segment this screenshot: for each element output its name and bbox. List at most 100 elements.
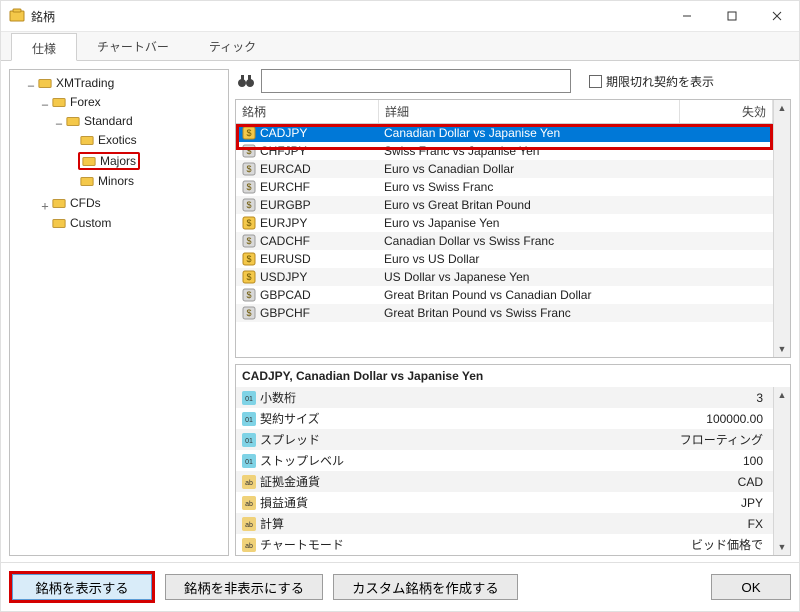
row-desc: Euro vs Canadian Dollar [378, 160, 681, 178]
detail-key: 契約サイズ [260, 410, 320, 427]
tree-forex: Forex [50, 94, 103, 110]
row-symbol: EURJPY [260, 216, 307, 230]
row-symbol: EURCHF [260, 180, 310, 194]
row-symbol: EURGBP [260, 198, 311, 212]
table-body[interactable]: $CADJPYCanadian Dollar vs Japanise Yen$C… [236, 124, 773, 357]
hide-symbol-button[interactable]: 銘柄を非表示にする [165, 574, 323, 600]
field-type-icon: ab [242, 496, 256, 510]
app-icon [9, 8, 25, 24]
svg-text:01: 01 [245, 417, 253, 424]
detail-key: 小数桁 [260, 389, 296, 406]
create-custom-button[interactable]: カスタム銘柄を作成する [333, 574, 518, 600]
detail-value: FX [593, 515, 773, 533]
tree-standard: Standard [64, 113, 135, 129]
field-type-icon: ab [242, 475, 256, 489]
table-row[interactable]: $ CADJPY Canadian Dollar vs Japanise Yen [236, 124, 773, 142]
scroll-up-icon[interactable]: ▲ [778, 387, 787, 403]
table-row[interactable]: $ EURJPY Euro vs Japanise Yen [236, 214, 773, 232]
detail-row: ab 計算 FX [236, 513, 773, 534]
currency-icon: $ [242, 216, 256, 230]
svg-text:$: $ [246, 164, 251, 174]
symbol-detail: CADJPY, Canadian Dollar vs Japanise Yen … [235, 364, 791, 556]
svg-text:$: $ [246, 272, 251, 282]
detail-value: フローティング [593, 429, 773, 450]
table-row[interactable]: $ USDJPY US Dollar vs Japanese Yen [236, 268, 773, 286]
row-symbol: CADJPY [260, 126, 307, 140]
col-invalid[interactable]: 失効 [680, 100, 773, 123]
currency-icon: $ [242, 198, 256, 212]
table-row[interactable]: $CADCHFCanadian Dollar vs Swiss Franc [236, 232, 773, 250]
tab-tick[interactable]: ティック [189, 32, 276, 60]
row-symbol: USDJPY [260, 270, 307, 284]
col-desc[interactable]: 詳細 [379, 100, 680, 123]
search-input[interactable] [261, 69, 571, 93]
detail-key: ストップレベル [260, 452, 344, 469]
tab-spec[interactable]: 仕様 [11, 33, 77, 61]
row-desc: Great Britan Pound vs Canadian Dollar [378, 286, 681, 304]
field-type-icon: 01 [242, 391, 256, 405]
detail-row: 01 契約サイズ 100000.00 [236, 408, 773, 429]
scroll-up-icon[interactable]: ▲ [778, 100, 787, 116]
table-row[interactable]: $ GBPCHF Great Britan Pound vs Swiss Franc [236, 304, 773, 322]
svg-text:$: $ [246, 200, 251, 210]
scroll-down-icon[interactable]: ▼ [778, 341, 787, 357]
svg-text:$: $ [246, 290, 251, 300]
table-scrollbar[interactable]: ▲ ▼ [773, 100, 790, 357]
detail-row: ab 証拠金通貨 CAD [236, 471, 773, 492]
tab-chartbar[interactable]: チャートバー [77, 32, 189, 60]
row-desc: Great Britan Pound vs Swiss Franc [378, 304, 681, 322]
window-title: 銘柄 [31, 8, 664, 25]
table-row[interactable]: $ GBPCAD Great Britan Pound vs Canadian Do… [236, 286, 773, 304]
detail-key: 計算 [260, 515, 284, 532]
scroll-down-icon[interactable]: ▼ [778, 539, 787, 555]
tree-root: XMTrading [36, 75, 116, 91]
detail-scrollbar[interactable]: ▲ ▼ [773, 387, 790, 555]
table-row[interactable]: $EURUSDEuro vs US Dollar [236, 250, 773, 268]
row-desc: Euro vs Great Britan Pound [378, 196, 681, 214]
currency-icon: $ [242, 234, 256, 248]
row-desc: US Dollar vs Japanese Yen [378, 268, 681, 286]
maximize-button[interactable] [709, 1, 754, 31]
svg-text:$: $ [246, 182, 251, 192]
binoculars-icon [237, 72, 255, 90]
show-symbol-button[interactable]: 銘柄を表示する [12, 574, 152, 600]
detail-row: ab損益通貨JPY [236, 492, 773, 513]
col-symbol[interactable]: 銘柄 [236, 100, 379, 123]
table-row[interactable]: $CHFJPYSwiss Franc vs Japanise Yen [236, 142, 773, 160]
symbol-tree[interactable]: −XMTrading −Forex −Standard Exotics Majo… [9, 69, 229, 556]
svg-text:$: $ [246, 218, 251, 228]
row-symbol: GBPCAD [260, 288, 311, 302]
minimize-button[interactable] [664, 1, 709, 31]
close-button[interactable] [754, 1, 799, 31]
currency-icon: $ [242, 252, 256, 266]
row-symbol: CADCHF [260, 234, 310, 248]
detail-title: CADJPY, Canadian Dollar vs Japanise Yen [236, 365, 790, 387]
tree-minors: Minors [78, 173, 136, 189]
table-row[interactable]: $ EURCAD Euro vs Canadian Dollar [236, 160, 773, 178]
row-desc: Canadian Dollar vs Japanise Yen [378, 124, 681, 142]
titlebar: 銘柄 [1, 1, 799, 32]
table-row[interactable]: $EURCHFEuro vs Swiss Franc [236, 178, 773, 196]
detail-row: 01ストップレベル100 [236, 450, 773, 471]
svg-text:ab: ab [245, 522, 253, 529]
row-symbol: GBPCHF [260, 306, 310, 320]
currency-icon: $ [242, 144, 256, 158]
currency-icon: $ [242, 306, 256, 320]
currency-icon: $ [242, 126, 256, 140]
row-symbol: EURUSD [260, 252, 311, 266]
detail-value: 100 [593, 452, 773, 470]
svg-text:ab: ab [245, 543, 253, 550]
svg-text:01: 01 [245, 438, 253, 445]
detail-value: 100000.00 [593, 410, 773, 428]
table-row[interactable]: $ EURGBP Euro vs Great Britan Pound [236, 196, 773, 214]
row-desc: Euro vs Japanise Yen [378, 214, 681, 232]
detail-value: CAD [593, 473, 773, 491]
svg-text:$: $ [246, 254, 251, 264]
field-type-icon: ab [242, 538, 256, 552]
svg-text:ab: ab [245, 480, 253, 487]
row-symbol: EURCAD [260, 162, 311, 176]
ok-button[interactable]: OK [711, 574, 791, 600]
detail-key: 証拠金通貨 [260, 473, 320, 490]
show-expired-checkbox[interactable]: 期限切れ契約を表示 [589, 73, 714, 90]
table-header: 銘柄 詳細 失効 [236, 100, 773, 124]
